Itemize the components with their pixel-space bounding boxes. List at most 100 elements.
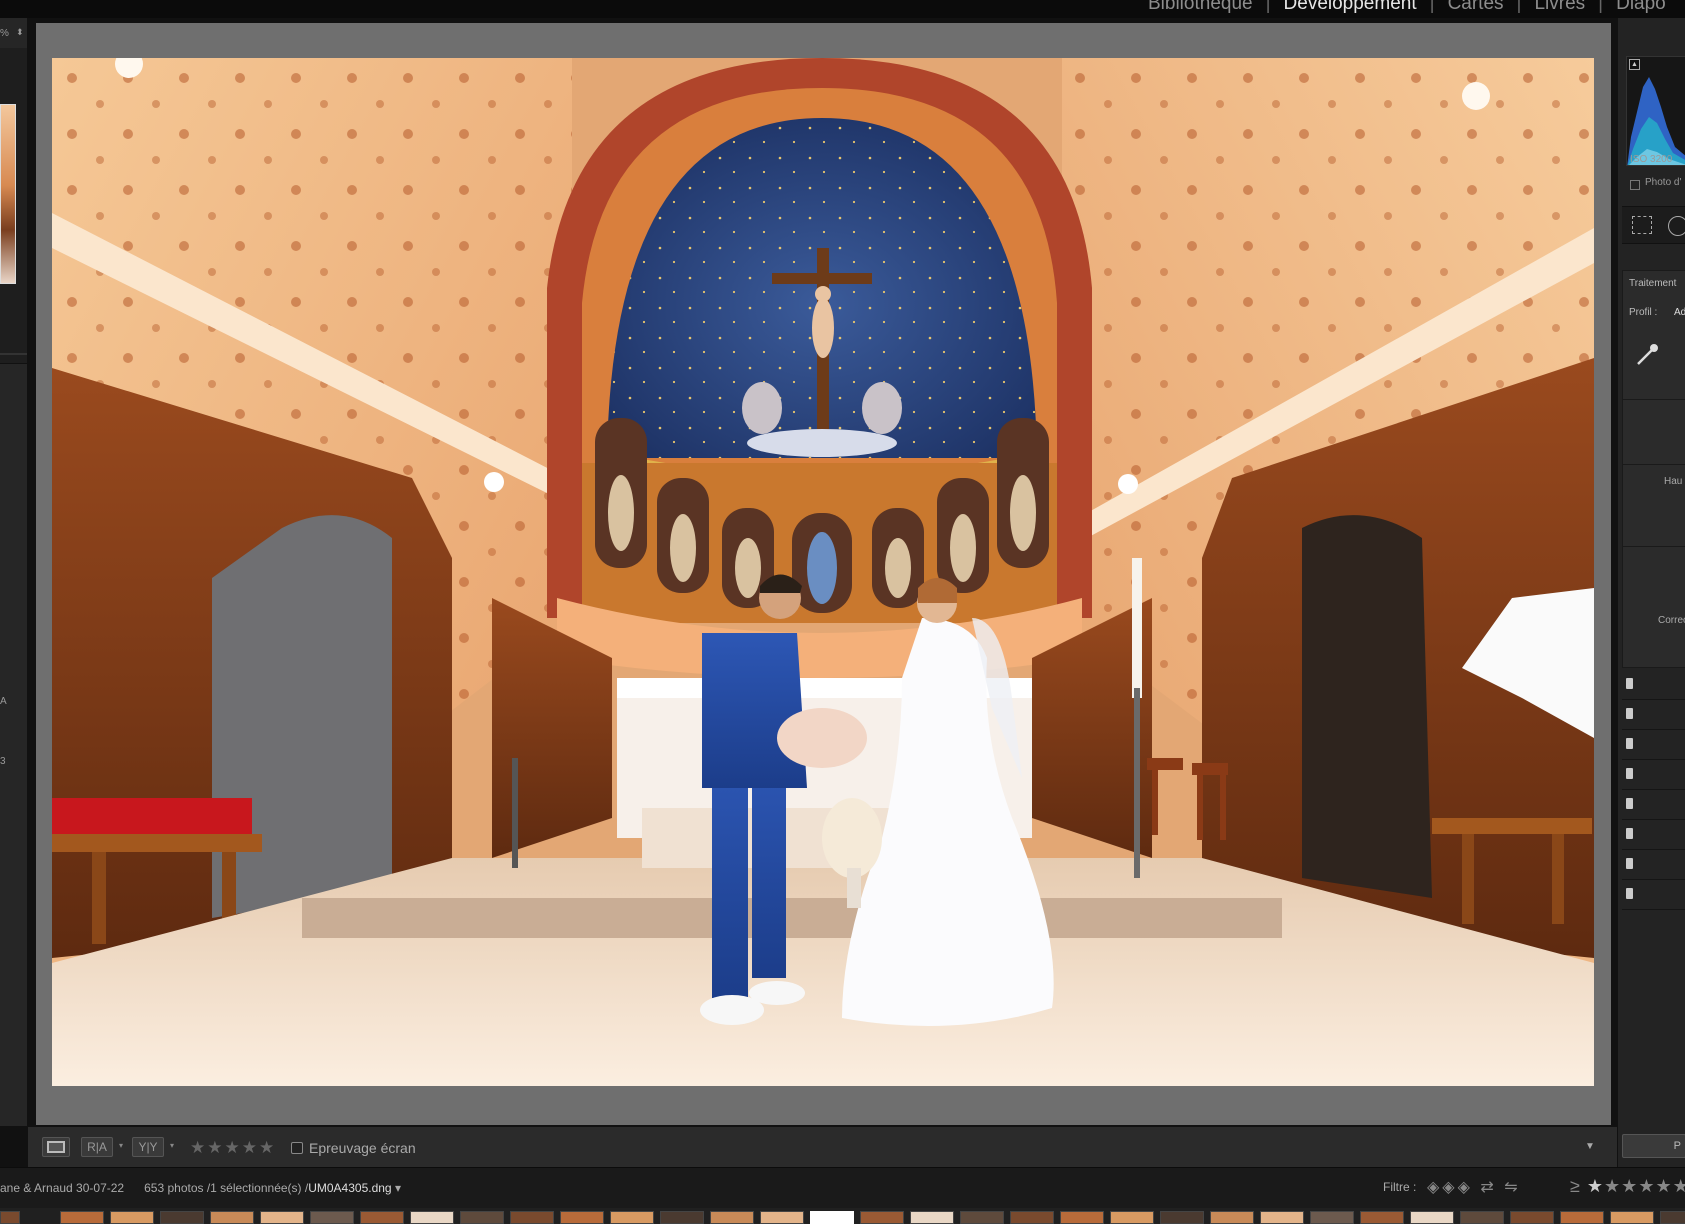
filmstrip-thumbnail[interactable] bbox=[1060, 1211, 1104, 1224]
rating-operator[interactable]: ≥ bbox=[1570, 1176, 1581, 1196]
chevron-down-icon[interactable]: ▾ bbox=[395, 1181, 401, 1195]
iso-readout: ISO 3200 bbox=[1630, 154, 1673, 165]
treatment-label: Traitement bbox=[1629, 278, 1677, 289]
tool-strip bbox=[1622, 206, 1685, 244]
soft-proofing-checkbox[interactable] bbox=[291, 1142, 303, 1154]
panel-switch-icon[interactable] bbox=[1626, 738, 1633, 749]
filmstrip-thumbnail[interactable] bbox=[360, 1211, 404, 1224]
filmstrip-thumbnail[interactable] bbox=[860, 1211, 904, 1224]
main-photo[interactable] bbox=[52, 58, 1594, 1086]
toolbar: R|A ▾ Y|Y ▾ ★★★★★ Epreuvage écran ▼ bbox=[28, 1126, 1617, 1167]
filmstrip-thumbnail[interactable] bbox=[1410, 1211, 1454, 1224]
filmstrip-thumbnail[interactable] bbox=[0, 1211, 20, 1224]
filmstrip-thumbnail[interactable] bbox=[560, 1211, 604, 1224]
histogram-graph bbox=[1627, 77, 1685, 165]
panel-section-row[interactable] bbox=[1622, 820, 1685, 850]
panel-switch-icon[interactable] bbox=[1626, 888, 1633, 899]
panel-section-row[interactable] bbox=[1622, 850, 1685, 880]
before-after-split-button[interactable]: Y|Y bbox=[132, 1137, 164, 1157]
spot-removal-icon[interactable] bbox=[1668, 216, 1685, 236]
filmstrip-thumbnail[interactable] bbox=[1460, 1211, 1504, 1224]
module-develop[interactable]: Développement bbox=[1284, 0, 1417, 14]
profile-value[interactable]: Ad bbox=[1674, 307, 1685, 318]
panel-switch-icon[interactable] bbox=[1626, 678, 1633, 689]
rating-stars[interactable]: ★★★★★ bbox=[190, 1138, 276, 1158]
shadow-clipping-icon[interactable]: ▲ bbox=[1629, 59, 1640, 70]
panel-section-row[interactable] bbox=[1622, 670, 1685, 700]
filmstrip-thumbnail[interactable] bbox=[660, 1211, 704, 1224]
panel-switch-icon[interactable] bbox=[1626, 768, 1633, 779]
filmstrip-thumbnail[interactable] bbox=[160, 1211, 204, 1224]
filter-flag-icons[interactable]: ◈◈◈ ⇄ ⇋ bbox=[1427, 1177, 1521, 1197]
filmstrip-thumbnail[interactable] bbox=[810, 1211, 854, 1224]
panel-section-row[interactable] bbox=[1622, 790, 1685, 820]
filmstrip-thumbnail[interactable] bbox=[1160, 1211, 1204, 1224]
histogram[interactable]: ▲ bbox=[1626, 56, 1685, 166]
soft-proofing-label[interactable]: Epreuvage écran bbox=[309, 1140, 416, 1156]
filmstrip-thumbnail[interactable] bbox=[1510, 1211, 1554, 1224]
filmstrip-thumbnail[interactable] bbox=[1360, 1211, 1404, 1224]
panel-section-row[interactable] bbox=[1622, 700, 1685, 730]
module-slideshow[interactable]: Diapo bbox=[1616, 0, 1666, 14]
source-info: ane & Arnaud 30-07-22 653 photos /1 sélec… bbox=[0, 1181, 401, 1195]
filmstrip-thumbnail[interactable] bbox=[510, 1211, 554, 1224]
zoom-stepper-icon[interactable]: ⬍ bbox=[16, 27, 24, 38]
crop-overlay-icon[interactable] bbox=[1632, 216, 1652, 234]
panel-section-row[interactable] bbox=[1622, 880, 1685, 910]
panel-divider bbox=[1622, 546, 1685, 547]
navigator-zoom-level[interactable]: % bbox=[0, 28, 9, 39]
photo-count: 653 photos /1 sélectionnée(s) / bbox=[144, 1181, 309, 1195]
module-separator: | bbox=[1516, 0, 1522, 14]
filmstrip-thumbnail[interactable] bbox=[310, 1211, 354, 1224]
wedding-church-photo bbox=[52, 58, 1594, 1086]
panel-section-row[interactable] bbox=[1622, 760, 1685, 790]
filmstrip-thumbnail[interactable] bbox=[1610, 1211, 1654, 1224]
filmstrip-thumbnail[interactable] bbox=[1010, 1211, 1054, 1224]
filmstrip-thumbnail[interactable] bbox=[60, 1211, 104, 1224]
module-library[interactable]: Bibliothèque bbox=[1148, 0, 1253, 14]
panel-switch-icon[interactable] bbox=[1626, 798, 1633, 809]
current-filename[interactable]: UM0A4305.dng bbox=[308, 1181, 391, 1195]
filmstrip-thumbnail[interactable] bbox=[710, 1211, 754, 1224]
filmstrip-thumbnail[interactable] bbox=[1260, 1211, 1304, 1224]
filmstrip-thumbnail[interactable] bbox=[1210, 1211, 1254, 1224]
panel-switch-icon[interactable] bbox=[1626, 858, 1633, 869]
module-map[interactable]: Cartes bbox=[1448, 0, 1504, 14]
star-icon[interactable]: ★★★★★ bbox=[1604, 1176, 1685, 1196]
previous-button[interactable]: P bbox=[1622, 1134, 1685, 1158]
original-photo-checkbox[interactable] bbox=[1630, 180, 1640, 190]
filmstrip-thumbnail[interactable] bbox=[410, 1211, 454, 1224]
filmstrip-thumbnail[interactable] bbox=[1110, 1211, 1154, 1224]
filmstrip-thumbnail[interactable] bbox=[760, 1211, 804, 1224]
filmstrip-thumbnail[interactable] bbox=[1660, 1211, 1685, 1224]
module-separator: | bbox=[1598, 0, 1604, 14]
left-panel: % ⬍ A 3 bbox=[0, 18, 28, 1126]
panel-switch-icon[interactable] bbox=[1626, 708, 1633, 719]
filmstrip-thumbnail[interactable] bbox=[110, 1211, 154, 1224]
star-icon[interactable]: ★ bbox=[1587, 1176, 1604, 1196]
filmstrip-thumbnail[interactable] bbox=[610, 1211, 654, 1224]
rating-filter[interactable]: ≥ ★★★★★★ bbox=[1570, 1176, 1685, 1197]
panel-section-row[interactable] bbox=[1622, 730, 1685, 760]
filmstrip-thumbnail[interactable] bbox=[460, 1211, 504, 1224]
filmstrip-thumbnail[interactable] bbox=[960, 1211, 1004, 1224]
photo-viewer bbox=[36, 23, 1611, 1125]
filmstrip-thumbnail[interactable] bbox=[1560, 1211, 1604, 1224]
filmstrip-thumbnail[interactable] bbox=[1310, 1211, 1354, 1224]
toolbar-menu-icon[interactable]: ▼ bbox=[1585, 1141, 1595, 1152]
filmstrip-info-bar: ane & Arnaud 30-07-22 653 photos /1 sélec… bbox=[0, 1167, 1685, 1208]
panel-divider bbox=[1622, 399, 1685, 400]
panel-switch-icon[interactable] bbox=[1626, 828, 1633, 839]
collection-name[interactable]: ane & Arnaud 30-07-22 bbox=[0, 1181, 124, 1195]
before-after-lr-button[interactable]: R|A bbox=[81, 1137, 113, 1157]
filmstrip-thumbnail[interactable] bbox=[260, 1211, 304, 1224]
navigator-preview[interactable] bbox=[0, 104, 16, 284]
filmstrip-thumbnail[interactable] bbox=[210, 1211, 254, 1224]
loupe-view-button[interactable] bbox=[42, 1137, 70, 1157]
eyedropper-icon[interactable] bbox=[1632, 340, 1662, 370]
filmstrip-thumbnail[interactable] bbox=[910, 1211, 954, 1224]
chevron-down-icon[interactable]: ▾ bbox=[119, 1141, 123, 1150]
module-book[interactable]: Livres bbox=[1534, 0, 1585, 14]
module-separator: | bbox=[1429, 0, 1435, 14]
chevron-down-icon[interactable]: ▾ bbox=[170, 1141, 174, 1150]
